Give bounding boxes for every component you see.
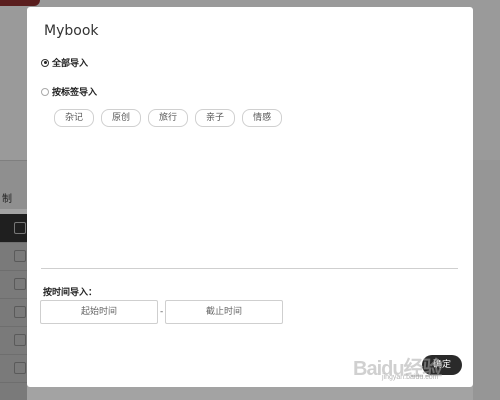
- import-by-tag-label: 按标签导入: [52, 88, 98, 98]
- background-image-fragment: [0, 0, 40, 6]
- import-all-label: 全部导入: [52, 59, 89, 69]
- book-icon: [14, 250, 26, 262]
- dialog-title: Mybook: [44, 23, 99, 39]
- import-by-time-label: 按时间导入：: [43, 288, 98, 298]
- tag-list: 杂记 原创 旅行 亲子 情感: [54, 109, 283, 127]
- background-tab-label: 制: [2, 194, 12, 205]
- tag-chip[interactable]: 情感: [242, 109, 283, 127]
- tag-chip[interactable]: 亲子: [195, 109, 236, 127]
- background-right-panel: [473, 160, 500, 400]
- background-sidebar: [0, 214, 27, 400]
- sidebar-item-history[interactable]: [0, 270, 27, 299]
- section-divider: [41, 268, 458, 269]
- radio-button-checked[interactable]: [41, 58, 49, 67]
- sidebar-item-print[interactable]: [0, 214, 27, 243]
- watermark-url: jingyan.baidu.com: [382, 374, 439, 381]
- tag-chip[interactable]: 旅行: [148, 109, 189, 127]
- sidebar-item-settings[interactable]: [0, 298, 27, 327]
- print-icon: [14, 222, 26, 234]
- end-time-input[interactable]: 截止时间: [165, 300, 283, 324]
- time-range-separator: -: [160, 307, 164, 317]
- radio-button[interactable]: [41, 87, 49, 96]
- import-by-tag-option[interactable]: 按标签导入: [41, 85, 97, 98]
- tag-chip[interactable]: 杂记: [54, 109, 95, 127]
- help-icon: [14, 362, 26, 374]
- sidebar-item-book[interactable]: [0, 242, 27, 271]
- tag-chip[interactable]: 原创: [101, 109, 142, 127]
- gear-icon: [14, 306, 26, 318]
- import-all-option[interactable]: 全部导入: [41, 56, 88, 69]
- sidebar-item-help[interactable]: [0, 354, 27, 383]
- share-icon: [14, 334, 26, 346]
- clock-icon: [14, 278, 26, 290]
- start-time-input[interactable]: 起始时间: [40, 300, 158, 324]
- import-dialog: Mybook 全部导入 按标签导入 杂记 原创 旅行 亲子 情感 按时间导入： …: [27, 7, 473, 387]
- sidebar-item-share[interactable]: [0, 326, 27, 355]
